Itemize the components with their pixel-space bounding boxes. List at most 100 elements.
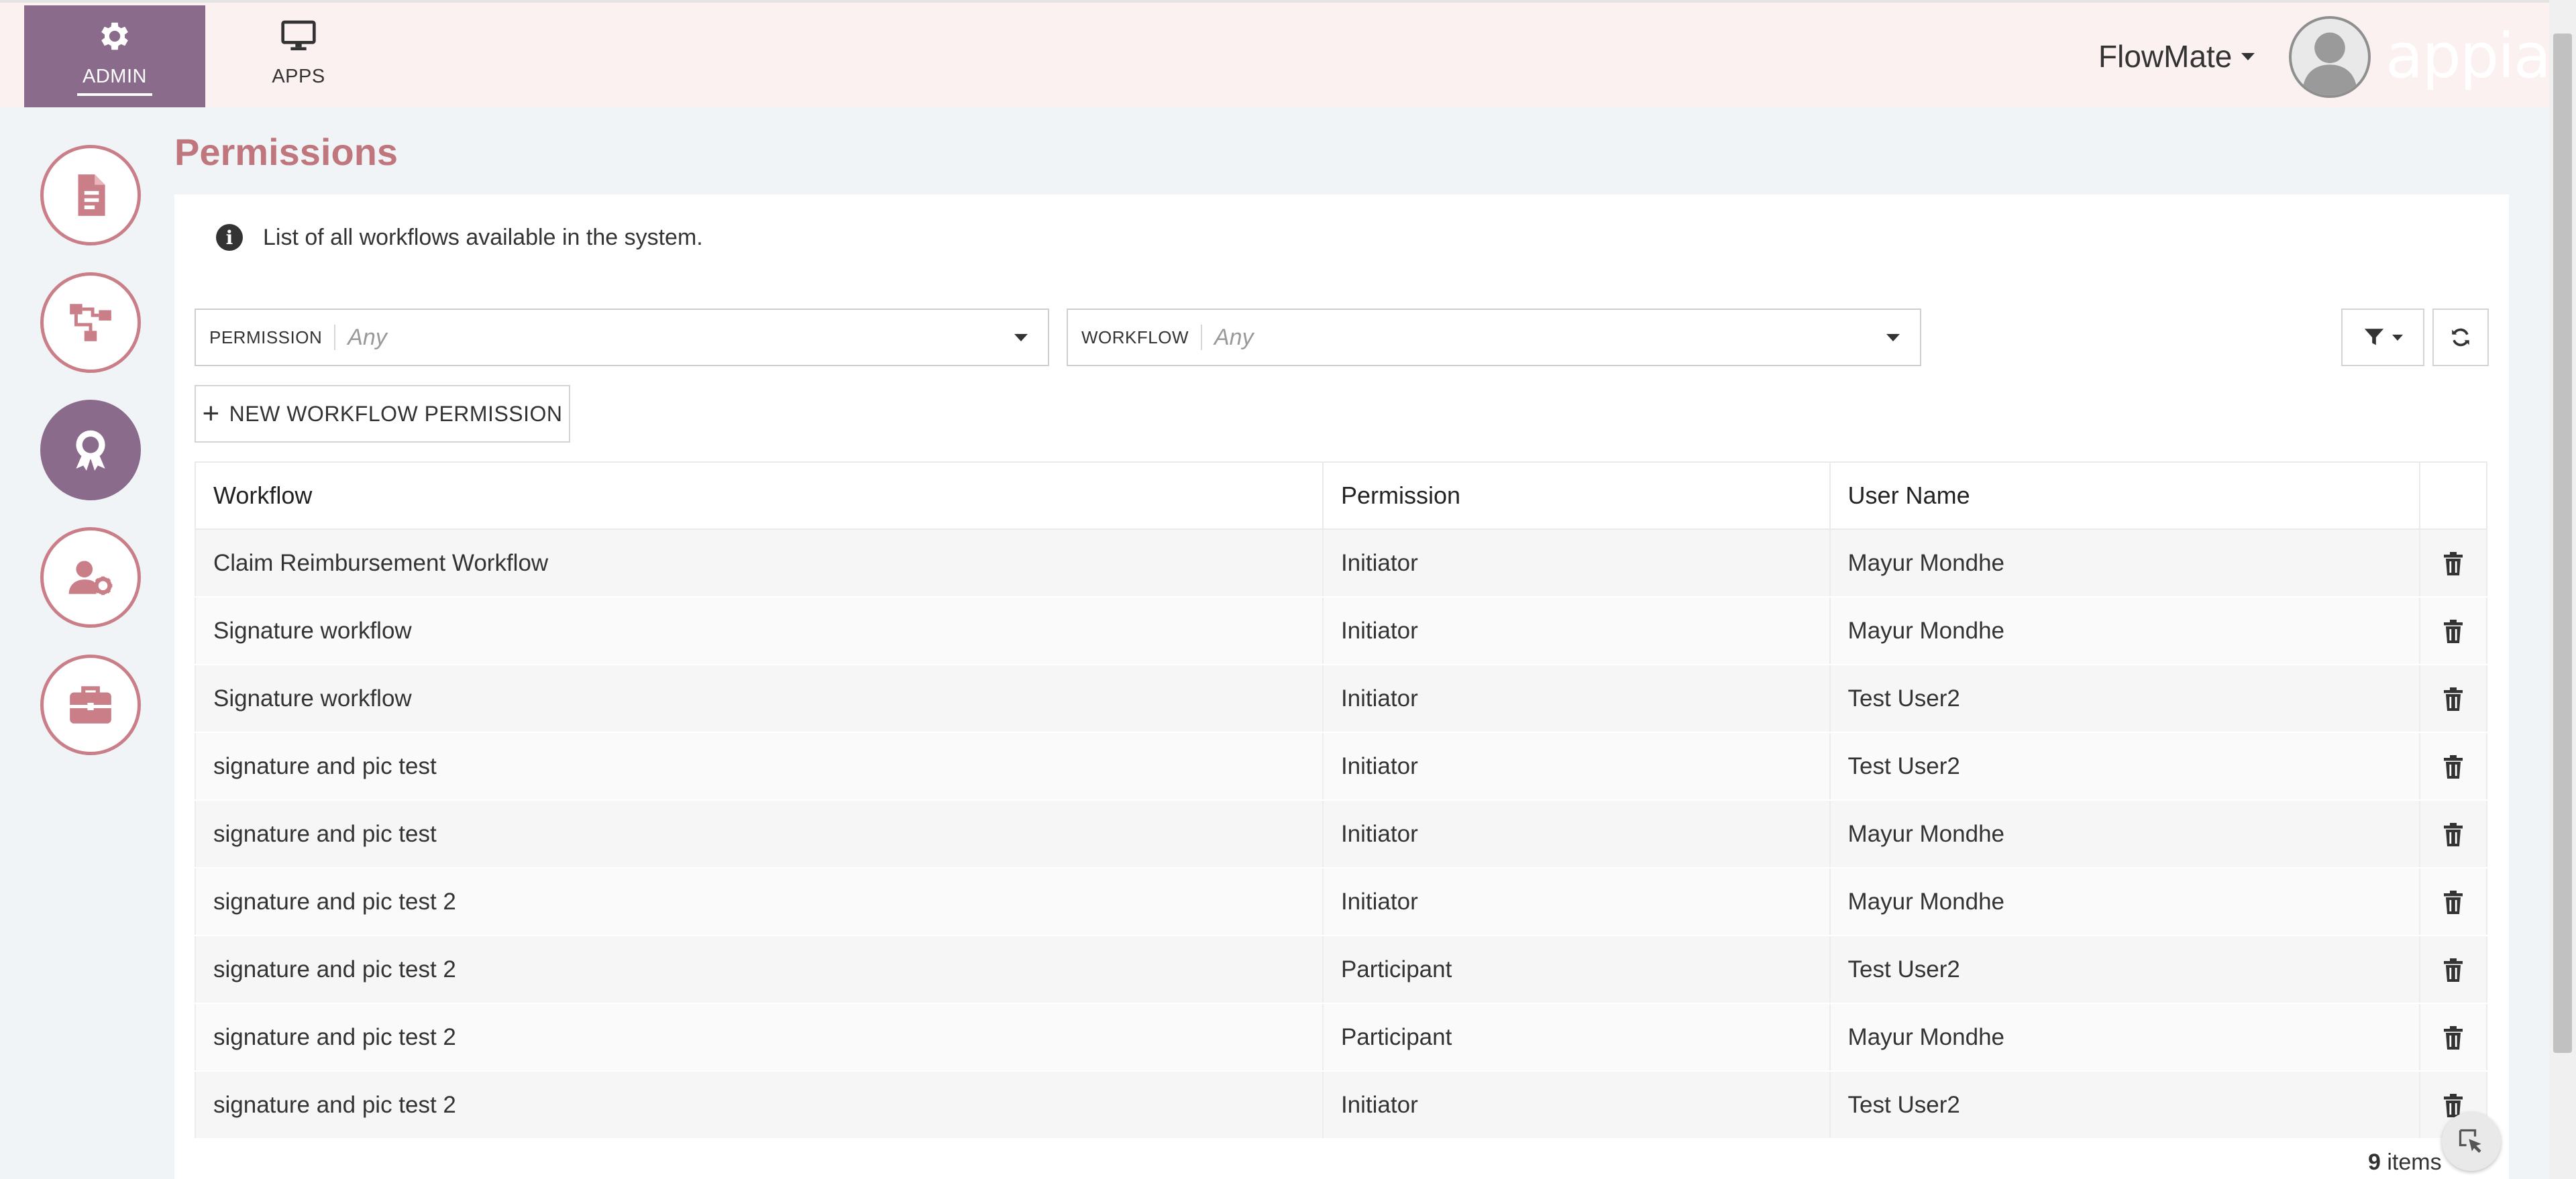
cell-user-name: Test User2 — [1829, 665, 2421, 733]
nav-tab-admin-label: ADMIN — [77, 66, 152, 96]
new-workflow-permission-button[interactable]: + NEW WORKFLOW PERMISSION — [195, 385, 570, 443]
delete-button[interactable] — [2419, 597, 2487, 665]
table-row[interactable]: Claim Reimbursement Workflow Initiator May… — [195, 529, 2487, 598]
table-row[interactable]: Signature workflow Initiator Test User2 — [195, 665, 2487, 733]
workflow-filter-dropdown[interactable]: WORKFLOW Any — [1067, 308, 1921, 366]
refresh-icon — [2452, 328, 2469, 347]
cell-workflow: Signature workflow — [195, 665, 1324, 733]
delete-button[interactable] — [2419, 936, 2487, 1004]
cell-user-name: Test User2 — [1829, 1071, 2421, 1139]
column-header-actions — [2419, 461, 2487, 530]
column-header-workflow[interactable]: Workflow — [195, 461, 1324, 530]
workflow-filter-value: Any — [1214, 324, 1254, 350]
cell-permission: Initiator — [1322, 665, 1831, 733]
cursor-select-icon — [2459, 1129, 2481, 1154]
cell-permission: Initiator — [1322, 800, 1831, 868]
item-count: 9 items — [2368, 1149, 2442, 1176]
sidebar-item-tools[interactable] — [40, 655, 141, 755]
cell-workflow: signature and pic test 2 — [195, 1071, 1324, 1139]
cell-permission: Initiator — [1322, 868, 1831, 936]
monitor-icon — [281, 20, 316, 50]
funnel-icon — [2364, 329, 2384, 345]
info-icon: i — [216, 224, 243, 251]
trash-icon — [2444, 620, 2463, 644]
workflow-filter-label: WORKFLOW — [1081, 327, 1189, 347]
sidebar-item-workflows[interactable] — [40, 272, 141, 373]
cell-permission: Participant — [1322, 1003, 1831, 1072]
cell-permission: Initiator — [1322, 529, 1831, 598]
delete-button[interactable] — [2419, 529, 2487, 598]
briefcase-icon — [70, 686, 111, 724]
delete-button[interactable] — [2419, 800, 2487, 868]
workflow-icon — [70, 304, 111, 341]
sidebar-item-documents[interactable] — [40, 145, 141, 245]
cell-permission: Participant — [1322, 936, 1831, 1004]
chevron-down-icon — [1886, 333, 1900, 341]
sidebar-item-permissions[interactable] — [40, 400, 141, 500]
trash-icon — [2444, 958, 2463, 982]
chevron-down-icon — [1014, 333, 1028, 341]
trash-icon — [2444, 552, 2463, 576]
table-row[interactable]: Signature workflow Initiator Mayur Mondhe — [195, 597, 2487, 665]
nav-tab-apps-label: APPS — [272, 65, 325, 87]
table-row[interactable]: signature and pic test 2 Participant Test … — [195, 936, 2487, 1004]
page-scrollbar[interactable] — [2549, 0, 2576, 1179]
cell-user-name: Test User2 — [1829, 936, 2421, 1004]
scrollbar-thumb[interactable] — [2553, 34, 2572, 1053]
top-bar: ADMIN APPS FlowMate appian — [0, 0, 2576, 107]
chevron-down-icon — [2241, 52, 2255, 60]
permissions-table: Workflow Permission User Name Claim Reim… — [195, 461, 2487, 1139]
cell-user-name: Mayur Mondhe — [1829, 800, 2421, 868]
user-silhouette-icon — [2302, 32, 2358, 95]
nav-tab-apps[interactable]: APPS — [208, 5, 389, 107]
cell-user-name: Test User2 — [1829, 732, 2421, 801]
cell-permission: Initiator — [1322, 1071, 1831, 1139]
user-name: FlowMate — [2098, 39, 2233, 74]
permission-filter-label: PERMISSION — [209, 327, 323, 347]
table-row[interactable]: signature and pic test Initiator Mayur Mon… — [195, 800, 2487, 868]
cell-workflow: signature and pic test — [195, 800, 1324, 868]
cell-workflow: signature and pic test 2 — [195, 1003, 1324, 1072]
filter-separator — [1201, 325, 1202, 350]
table-row[interactable]: signature and pic test Initiator Test User… — [195, 732, 2487, 801]
filter-separator — [334, 325, 336, 350]
brand-logo: appian — [2385, 20, 2576, 92]
delete-button[interactable] — [2419, 868, 2487, 936]
refresh-button[interactable] — [2432, 308, 2489, 366]
cell-workflow: signature and pic test — [195, 732, 1324, 801]
sidebar-item-user-settings[interactable] — [40, 527, 141, 628]
table-row[interactable]: signature and pic test 2 Initiator Mayur M… — [195, 868, 2487, 936]
trash-icon — [2444, 891, 2463, 915]
info-text: List of all workflows available in the s… — [263, 224, 703, 250]
permission-filter-value: Any — [347, 324, 387, 350]
permission-filter-dropdown[interactable]: PERMISSION Any — [195, 308, 1049, 366]
user-settings-icon — [68, 561, 113, 596]
table-header-row: Workflow Permission User Name — [195, 461, 2487, 530]
cell-workflow: signature and pic test 2 — [195, 936, 1324, 1004]
delete-button[interactable] — [2419, 1003, 2487, 1072]
user-menu[interactable]: FlowMate — [2098, 38, 2255, 75]
cell-workflow: Claim Reimbursement Workflow — [195, 529, 1324, 598]
cell-user-name: Mayur Mondhe — [1829, 868, 2421, 936]
table-row[interactable]: signature and pic test 2 Participant Mayur… — [195, 1003, 2487, 1072]
floating-action-button[interactable] — [2442, 1112, 2501, 1171]
column-header-permission[interactable]: Permission — [1322, 461, 1831, 530]
filter-menu-button[interactable] — [2341, 308, 2424, 366]
trash-icon — [2444, 1026, 2463, 1050]
table-row[interactable]: signature and pic test 2 Initiator Test Us… — [195, 1071, 2487, 1139]
item-count-suffix: items — [2387, 1149, 2442, 1175]
column-header-user-name[interactable]: User Name — [1829, 461, 2421, 530]
cell-workflow: Signature workflow — [195, 597, 1324, 665]
delete-button[interactable] — [2419, 665, 2487, 733]
nav-tab-admin[interactable]: ADMIN — [24, 5, 205, 107]
cell-permission: Initiator — [1322, 732, 1831, 801]
avatar[interactable] — [2289, 16, 2371, 98]
trash-icon — [2444, 823, 2463, 847]
trash-icon — [2444, 687, 2463, 712]
permissions-card: i List of all workflows available in the… — [174, 194, 2509, 1179]
cell-user-name: Mayur Mondhe — [1829, 597, 2421, 665]
cell-user-name: Mayur Mondhe — [1829, 529, 2421, 598]
cell-permission: Initiator — [1322, 597, 1831, 665]
new-workflow-permission-label: NEW WORKFLOW PERMISSION — [229, 401, 563, 426]
delete-button[interactable] — [2419, 732, 2487, 801]
